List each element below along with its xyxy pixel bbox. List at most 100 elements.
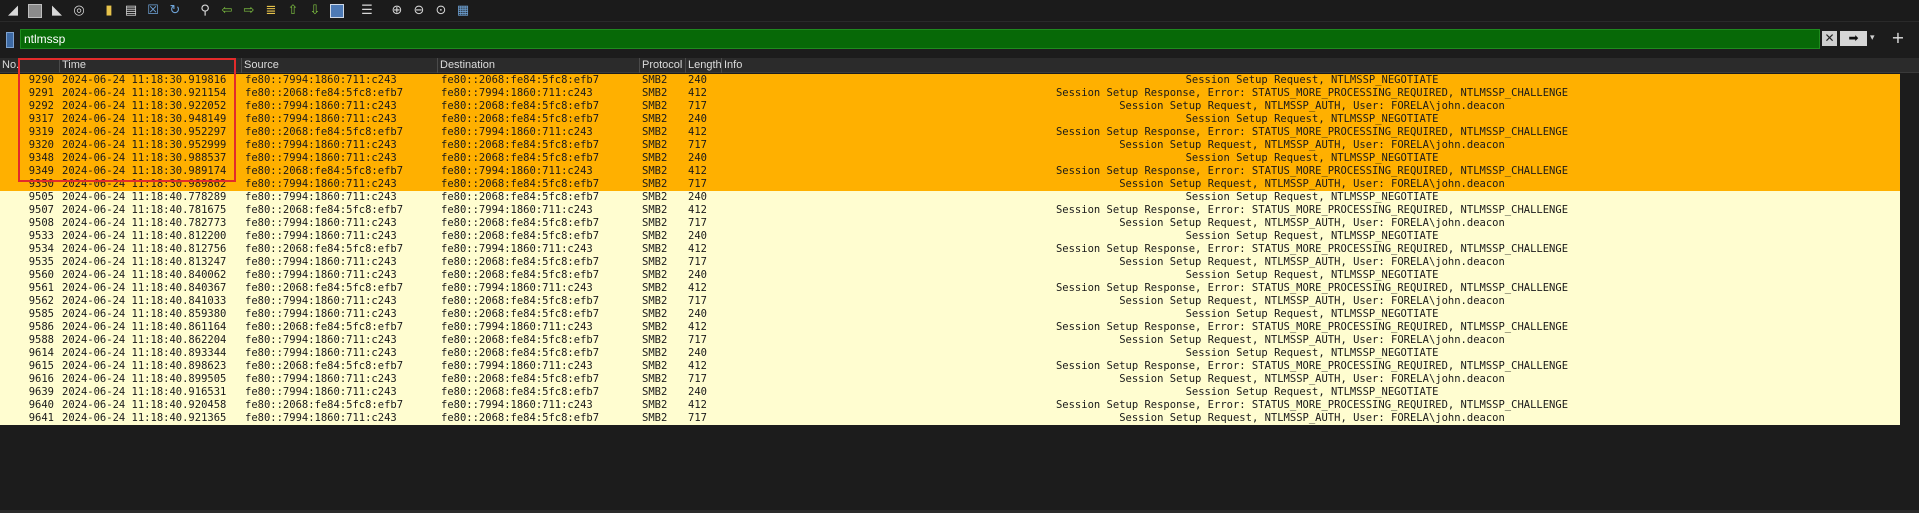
- packet-protocol: SMB2: [642, 282, 668, 294]
- stop-icon[interactable]: [24, 1, 46, 21]
- packet-info: Session Setup Request, NTLMSSP_NEGOTIATE: [1185, 113, 1439, 125]
- table-row[interactable]: 9350 2024-06-24 11:18:30.989862 fe80::7994…: [0, 178, 1900, 191]
- packet-protocol: SMB2: [642, 295, 668, 307]
- table-row[interactable]: 9586 2024-06-24 11:18:40.861164 fe80::2068…: [0, 321, 1900, 334]
- packet-source: fe80::7994:1860:711:c243: [245, 230, 397, 242]
- normal-size-icon[interactable]: ⊙: [430, 1, 452, 21]
- packet-source: fe80::7994:1860:711:c243: [245, 412, 397, 424]
- table-row[interactable]: 9640 2024-06-24 11:18:40.920458 fe80::2068…: [0, 399, 1900, 412]
- packet-info: Session Setup Request, NTLMSSP_AUTH, Use…: [1119, 334, 1505, 346]
- table-row[interactable]: 9320 2024-06-24 11:18:30.952999 fe80::7994…: [0, 139, 1900, 152]
- table-row[interactable]: 9290 2024-06-24 11:18:30.919816 fe80::7994…: [0, 74, 1900, 87]
- table-row[interactable]: 9534 2024-06-24 11:18:40.812756 fe80::2068…: [0, 243, 1900, 256]
- packet-no: 9560: [28, 269, 54, 281]
- restart-icon[interactable]: ◣: [46, 1, 68, 21]
- packet-destination: fe80::2068:fe84:5fc8:efb7: [441, 334, 600, 346]
- packet-destination: fe80::2068:fe84:5fc8:efb7: [441, 191, 600, 203]
- packet-no: 9641: [28, 412, 54, 424]
- packet-destination: fe80::2068:fe84:5fc8:efb7: [441, 308, 600, 320]
- packet-info: Session Setup Response, Error: STATUS_MO…: [1055, 126, 1569, 138]
- packet-destination: fe80::2068:fe84:5fc8:efb7: [441, 373, 600, 385]
- table-row[interactable]: 9291 2024-06-24 11:18:30.921154 fe80::2068…: [0, 87, 1900, 100]
- packet-length: 240: [688, 386, 707, 398]
- shark-fin-icon[interactable]: ◢: [2, 1, 24, 21]
- go-to-packet-icon[interactable]: ≣: [260, 1, 282, 21]
- packet-time: 2024-06-24 11:18:40.781675: [62, 204, 227, 216]
- table-row[interactable]: 9616 2024-06-24 11:18:40.899505 fe80::7994…: [0, 373, 1900, 386]
- column-header-length[interactable]: Length: [686, 58, 722, 73]
- packet-info: Session Setup Response, Error: STATUS_MO…: [1055, 282, 1569, 294]
- colorize-icon[interactable]: ☰: [356, 1, 378, 21]
- vertical-scrollbar[interactable]: [1900, 74, 1919, 513]
- find-icon[interactable]: ⚲: [194, 1, 216, 21]
- packet-info: Session Setup Request, NTLMSSP_NEGOTIATE: [1185, 152, 1439, 164]
- reload-icon[interactable]: ↻: [164, 1, 186, 21]
- column-header-destination[interactable]: Destination: [438, 58, 640, 73]
- table-row[interactable]: 9348 2024-06-24 11:18:30.988537 fe80::7994…: [0, 152, 1900, 165]
- autoscroll-icon[interactable]: [326, 1, 348, 21]
- packet-info: Session Setup Request, NTLMSSP_AUTH, Use…: [1119, 178, 1505, 190]
- table-row[interactable]: 9639 2024-06-24 11:18:40.916531 fe80::7994…: [0, 386, 1900, 399]
- add-filter-button[interactable]: +: [1888, 29, 1908, 49]
- packet-no: 9640: [28, 399, 54, 411]
- table-row[interactable]: 9508 2024-06-24 11:18:40.782773 fe80::7994…: [0, 217, 1900, 230]
- packet-destination: fe80::7994:1860:711:c243: [441, 165, 593, 177]
- open-file-icon[interactable]: ▮: [98, 1, 120, 21]
- column-header-protocol[interactable]: Protocol: [640, 58, 686, 73]
- chevron-down-icon[interactable]: ▾: [1870, 31, 1880, 46]
- display-filter-input[interactable]: ntlmssp: [20, 29, 1820, 49]
- packet-no: 9317: [28, 113, 54, 125]
- packet-protocol: SMB2: [642, 165, 668, 177]
- packet-time: 2024-06-24 11:18:30.989862: [62, 178, 227, 190]
- packet-no: 9586: [28, 321, 54, 333]
- packet-time: 2024-06-24 11:18:40.782773: [62, 217, 227, 229]
- packet-info: Session Setup Response, Error: STATUS_MO…: [1055, 360, 1569, 372]
- packet-source: fe80::7994:1860:711:c243: [245, 269, 397, 281]
- zoom-in-icon[interactable]: ⊕: [386, 1, 408, 21]
- table-row[interactable]: 9562 2024-06-24 11:18:40.841033 fe80::7994…: [0, 295, 1900, 308]
- table-row[interactable]: 9507 2024-06-24 11:18:40.781675 fe80::2068…: [0, 204, 1900, 217]
- packet-no: 9535: [28, 256, 54, 268]
- packet-destination: fe80::7994:1860:711:c243: [441, 282, 593, 294]
- table-row[interactable]: 9585 2024-06-24 11:18:40.859380 fe80::7994…: [0, 308, 1900, 321]
- packet-source: fe80::7994:1860:711:c243: [245, 308, 397, 320]
- resize-columns-icon[interactable]: ▦: [452, 1, 474, 21]
- packet-time: 2024-06-24 11:18:40.862204: [62, 334, 227, 346]
- table-row[interactable]: 9319 2024-06-24 11:18:30.952297 fe80::2068…: [0, 126, 1900, 139]
- zoom-out-icon[interactable]: ⊖: [408, 1, 430, 21]
- packet-time: 2024-06-24 11:18:40.840062: [62, 269, 227, 281]
- table-row[interactable]: 9349 2024-06-24 11:18:30.989174 fe80::2068…: [0, 165, 1900, 178]
- packet-time: 2024-06-24 11:18:40.813247: [62, 256, 227, 268]
- table-row[interactable]: 9614 2024-06-24 11:18:40.893344 fe80::7994…: [0, 347, 1900, 360]
- clear-filter-button[interactable]: ✕: [1822, 31, 1837, 46]
- column-header-info[interactable]: Info: [722, 58, 1900, 73]
- apply-filter-button[interactable]: ➡: [1840, 31, 1867, 46]
- table-row[interactable]: 9561 2024-06-24 11:18:40.840367 fe80::2068…: [0, 282, 1900, 295]
- column-header-source[interactable]: Source: [242, 58, 438, 73]
- column-header-time[interactable]: Time: [60, 58, 242, 73]
- options-icon[interactable]: ◎: [68, 1, 90, 21]
- close-file-icon[interactable]: ☒: [142, 1, 164, 21]
- packet-info: Session Setup Request, NTLMSSP_NEGOTIATE: [1185, 347, 1439, 359]
- packet-protocol: SMB2: [642, 139, 668, 151]
- table-row[interactable]: 9615 2024-06-24 11:18:40.898623 fe80::2068…: [0, 360, 1900, 373]
- packet-time: 2024-06-24 11:18:30.952297: [62, 126, 227, 138]
- table-row[interactable]: 9588 2024-06-24 11:18:40.862204 fe80::7994…: [0, 334, 1900, 347]
- table-row[interactable]: 9535 2024-06-24 11:18:40.813247 fe80::7994…: [0, 256, 1900, 269]
- table-row[interactable]: 9641 2024-06-24 11:18:40.921365 fe80::7994…: [0, 412, 1900, 425]
- column-header-no[interactable]: No.: [0, 58, 60, 73]
- table-row[interactable]: 9505 2024-06-24 11:18:40.778289 fe80::7994…: [0, 191, 1900, 204]
- table-row[interactable]: 9317 2024-06-24 11:18:30.948149 fe80::7994…: [0, 113, 1900, 126]
- packet-protocol: SMB2: [642, 100, 668, 112]
- packet-list[interactable]: No. Time Source Destination Protocol Len…: [0, 58, 1919, 513]
- first-packet-icon[interactable]: ⇧: [282, 1, 304, 21]
- packet-destination: fe80::2068:fe84:5fc8:efb7: [441, 139, 600, 151]
- back-arrow-icon[interactable]: ⇦: [216, 1, 238, 21]
- table-row[interactable]: 9560 2024-06-24 11:18:40.840062 fe80::7994…: [0, 269, 1900, 282]
- last-packet-icon[interactable]: ⇩: [304, 1, 326, 21]
- forward-arrow-icon[interactable]: ⇨: [238, 1, 260, 21]
- table-row[interactable]: 9292 2024-06-24 11:18:30.922052 fe80::7994…: [0, 100, 1900, 113]
- table-row[interactable]: 9533 2024-06-24 11:18:40.812200 fe80::7994…: [0, 230, 1900, 243]
- save-file-icon[interactable]: ▤: [120, 1, 142, 21]
- bookmark-icon[interactable]: [6, 32, 14, 48]
